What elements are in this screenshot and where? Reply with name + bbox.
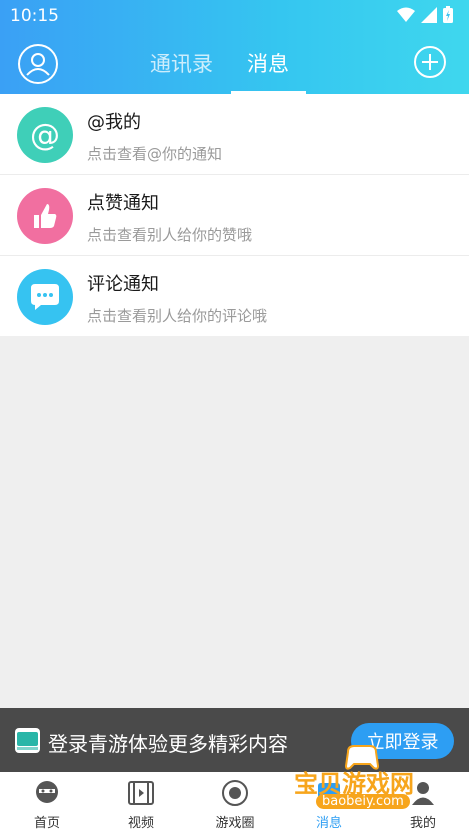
nav-item-game-circle[interactable]: 游戏圈 [188, 772, 282, 834]
at-icon: @ [17, 107, 73, 163]
watermark-url: baobeiy.com [316, 794, 410, 809]
home-icon [36, 781, 58, 803]
nav-label: 首页 [33, 816, 60, 831]
nav-label: 视频 [127, 816, 154, 831]
message-item-subtitle: 点击查看@你的通知 [87, 145, 223, 163]
nav-item-home[interactable]: 首页 [0, 772, 94, 834]
message-item-title: @我的 [87, 112, 141, 133]
status-bar: 10:15 [0, 0, 469, 32]
nav-label: 游戏圈 [215, 816, 255, 831]
message-item-subtitle: 点击查看别人给你的评论哦 [87, 307, 268, 325]
nav-item-video[interactable]: 视频 [94, 772, 188, 834]
message-item-comments[interactable]: 评论通知 点击查看别人给你的评论哦 [0, 256, 469, 336]
status-time: 10:15 [10, 6, 59, 26]
battery-icon [443, 6, 453, 23]
nav-label: 我的 [409, 816, 436, 831]
header-tabs: 通讯录 消息 [0, 44, 469, 94]
chat-bubble-icon [17, 269, 73, 325]
add-button[interactable] [414, 46, 446, 78]
tab-messages[interactable]: 消息 [247, 48, 289, 78]
nav-label: 消息 [315, 816, 342, 831]
app-header: 10:15 通讯录 消息 [0, 0, 469, 94]
message-item-title: 评论通知 [87, 274, 159, 295]
game-circle-icon [222, 780, 248, 806]
thumbs-up-icon [17, 188, 73, 244]
watermark: 宝贝游戏网 baobeiy.com [290, 742, 440, 812]
app-logo [15, 728, 40, 753]
login-prompt: 登录青游体验更多精彩内容 [48, 732, 288, 756]
wifi-icon [397, 7, 415, 22]
message-item-likes[interactable]: 点赞通知 点击查看别人给你的赞哦 [0, 175, 469, 256]
message-item-mentions[interactable]: @ @我的 点击查看@你的通知 [0, 94, 469, 175]
plus-icon [422, 54, 438, 70]
film-icon [128, 781, 154, 805]
message-item-title: 点赞通知 [87, 193, 159, 214]
message-list: @ @我的 点击查看@你的通知 点赞通知 点击查看别人给你的赞哦 评论通知 点击… [0, 94, 469, 336]
message-item-subtitle: 点击查看别人给你的赞哦 [87, 226, 253, 244]
system-icons [397, 6, 453, 23]
signal-icon [421, 6, 437, 23]
tab-contacts[interactable]: 通讯录 [150, 48, 213, 78]
svg-text:@: @ [30, 118, 60, 153]
